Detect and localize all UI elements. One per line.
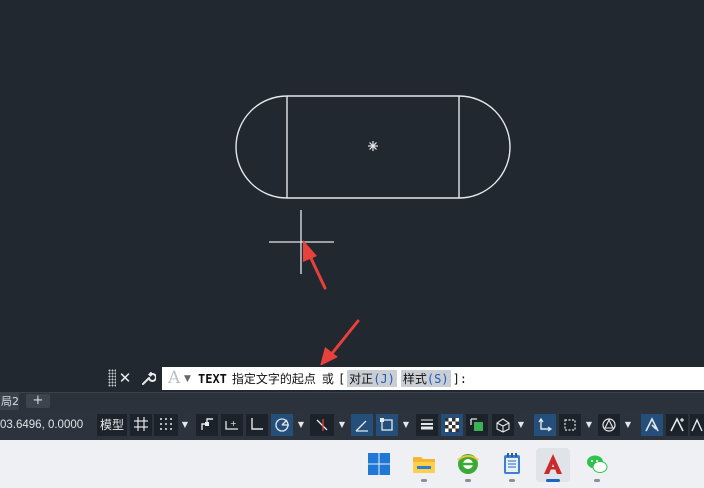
- chevron-down-icon[interactable]: ▼: [623, 414, 633, 436]
- chevron-down-icon[interactable]: ▼: [184, 369, 191, 390]
- chevron-down-icon[interactable]: ▼: [180, 414, 190, 436]
- chevron-down-icon[interactable]: ▼: [337, 414, 347, 436]
- selection-cycling-button[interactable]: [466, 414, 488, 436]
- option-style[interactable]: 样式(S): [400, 370, 451, 387]
- isodraft-button[interactable]: [310, 414, 334, 436]
- isodraft-icon: [316, 419, 328, 431]
- transparency-button[interactable]: [441, 414, 463, 436]
- windows-start-icon: [368, 453, 390, 475]
- selection-filter-icon: [564, 419, 576, 431]
- auto-scale-icon: [670, 417, 684, 432]
- layout-tabs: 局2 +: [0, 392, 704, 410]
- running-indicator: [465, 479, 471, 482]
- taskbar-autocad[interactable]: [536, 448, 570, 482]
- osnap-tracking-icon: [355, 420, 368, 432]
- notepad-icon: [504, 453, 520, 474]
- close-bracket: ]:: [452, 371, 468, 386]
- drawing-canvas[interactable]: [0, 0, 704, 365]
- snap-icon: [160, 418, 172, 430]
- polar-tracking-button[interactable]: [271, 414, 293, 436]
- ortho-button[interactable]: [246, 414, 268, 436]
- annotation-scale-button[interactable]: [690, 414, 704, 436]
- wechat-icon: [587, 455, 608, 473]
- browser-icon: [457, 454, 479, 474]
- dynamic-input-button[interactable]: +: [221, 414, 243, 436]
- infer-constraints-button[interactable]: [196, 414, 218, 436]
- dynamic-ucs-button[interactable]: [534, 414, 556, 436]
- option-style-key: (S): [426, 372, 449, 386]
- command-input[interactable]: A ▼ TEXT 指定文字的起点 或 [ 对正(J) 样式(S) ]:: [162, 367, 704, 390]
- add-layout-button[interactable]: +: [26, 394, 50, 408]
- grid-icon: [134, 417, 148, 431]
- grid-button[interactable]: [130, 414, 152, 436]
- object-snap-button[interactable]: [376, 414, 398, 436]
- command-name: TEXT: [198, 371, 227, 386]
- transparency-icon: [445, 418, 459, 432]
- option-style-label: 样式: [402, 372, 427, 386]
- chevron-down-icon[interactable]: ▼: [296, 414, 306, 436]
- crosshair-cursor: [269, 210, 334, 274]
- annotation-arrow-command: [320, 319, 360, 365]
- taskbar-notepad[interactable]: [495, 448, 529, 482]
- lineweight-icon: [421, 419, 433, 430]
- annotation-scale-icon: [691, 418, 703, 432]
- constraint-icon: [201, 418, 213, 430]
- taskbar-file-explorer[interactable]: [407, 448, 441, 482]
- gizmo-button[interactable]: [598, 414, 620, 436]
- 3d-osnap-button[interactable]: [492, 414, 514, 436]
- option-justify-label: 对正: [349, 372, 374, 386]
- text-style-icon[interactable]: A: [168, 368, 180, 389]
- annotation-visibility-button[interactable]: [641, 414, 663, 436]
- selection-cycling-icon: [470, 418, 483, 431]
- open-bracket: [: [337, 371, 346, 386]
- running-indicator: [509, 479, 515, 482]
- command-prompt-text: 指定文字的起点: [231, 372, 316, 386]
- annotation-arrow-cursor: [303, 240, 327, 290]
- start-button[interactable]: [362, 448, 396, 482]
- command-prompt: TEXT 指定文字的起点 或 [ 对正(J) 样式(S) ]:: [198, 367, 467, 390]
- taskbar-browser[interactable]: [451, 448, 485, 482]
- close-icon[interactable]: ✕: [118, 367, 132, 389]
- coordinates-readout[interactable]: 03.6496, 0.0000: [0, 414, 83, 436]
- option-justify[interactable]: 对正(J): [347, 370, 397, 387]
- ortho-icon: [251, 418, 263, 430]
- wrench-icon[interactable]: [139, 367, 157, 389]
- dynamic-input-icon: +: [225, 419, 238, 430]
- annotation-icon: [645, 417, 659, 432]
- auto-scale-button[interactable]: [666, 414, 688, 436]
- ucs-icon: [538, 417, 553, 432]
- svg-text:+: +: [230, 419, 237, 428]
- drawing-svg: [235, 95, 511, 365]
- active-indicator: [546, 479, 560, 482]
- tab-layout2[interactable]: 局2: [0, 393, 19, 410]
- 3d-osnap-icon: [496, 418, 510, 433]
- center-marker: [368, 141, 378, 151]
- polar-icon: [275, 418, 289, 432]
- model-space-button[interactable]: 模型: [97, 414, 127, 436]
- running-indicator: [594, 479, 600, 482]
- file-explorer-icon: [413, 457, 435, 473]
- selection-filter-button[interactable]: [559, 414, 581, 436]
- chevron-down-icon[interactable]: ▼: [401, 414, 411, 436]
- snap-button[interactable]: [154, 414, 178, 436]
- autocad-icon: [544, 454, 562, 474]
- option-justify-key: (J): [373, 372, 395, 386]
- gizmo-icon: [602, 418, 616, 432]
- chevron-down-icon[interactable]: ▼: [516, 414, 526, 436]
- chevron-down-icon[interactable]: ▼: [584, 414, 594, 436]
- lineweight-button[interactable]: [416, 414, 438, 436]
- object-snap-tracking-button[interactable]: [351, 414, 373, 436]
- command-or-text: 或: [321, 372, 334, 386]
- taskbar-wechat[interactable]: [580, 448, 614, 482]
- osnap-icon: [380, 418, 393, 431]
- running-indicator: [421, 479, 427, 482]
- command-line-grip[interactable]: [108, 369, 116, 387]
